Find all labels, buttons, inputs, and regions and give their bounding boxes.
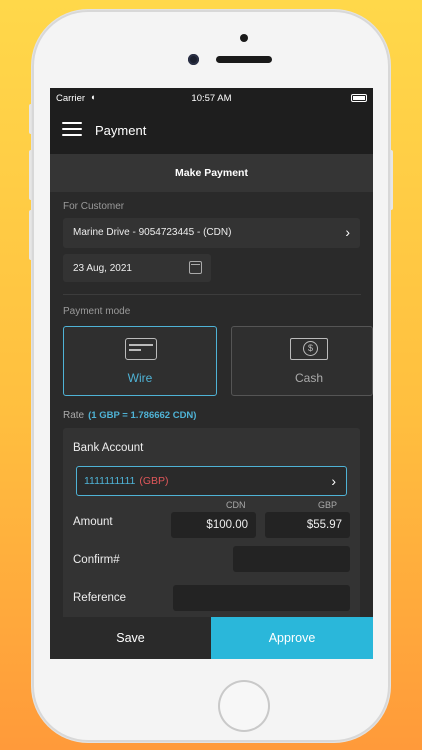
divider — [63, 294, 361, 295]
payment-mode-cash[interactable]: $ Cash — [231, 326, 373, 396]
approve-button[interactable]: Approve — [211, 617, 373, 659]
status-bar: Carrier ◖ 10:57 AM — [50, 88, 373, 108]
section-title: Make Payment — [50, 154, 373, 192]
amount-gbp-input[interactable]: $55.97 — [265, 512, 350, 538]
menu-icon[interactable] — [62, 122, 82, 136]
gbp-column-label: GBP — [318, 500, 338, 510]
account-number: 1111111111 (GBP) — [84, 475, 169, 487]
reference-label: Reference — [73, 592, 127, 604]
credit-card-icon — [125, 338, 157, 360]
confirm-label: Confirm# — [73, 554, 120, 566]
app-header: Payment — [50, 108, 373, 154]
chevron-right-icon: › — [331, 473, 336, 489]
page-title: Payment — [95, 123, 147, 138]
app-screen: Carrier ◖ 10:57 AM Payment Make Payment … — [50, 88, 373, 659]
calendar-icon — [189, 261, 202, 274]
home-button[interactable] — [218, 680, 270, 732]
front-camera — [188, 54, 199, 65]
confirm-input[interactable] — [233, 546, 350, 572]
customer-select[interactable]: Marine Drive - 9054723445 - (CDN) › — [63, 218, 360, 248]
earpiece-speaker — [216, 56, 272, 63]
status-time: 10:57 AM — [191, 93, 232, 104]
account-currency: (GBP) — [139, 475, 169, 487]
amount-cdn-input[interactable]: $100.00 — [171, 512, 256, 538]
bank-account-select[interactable]: 1111111111 (GBP) › — [76, 466, 347, 496]
reference-input[interactable] — [173, 585, 350, 611]
rate-label: Rate — [63, 410, 85, 421]
cdn-column-label: CDN — [226, 500, 246, 510]
customer-value: Marine Drive - 9054723445 - (CDN) — [73, 227, 232, 238]
date-value: 23 Aug, 2021 — [73, 263, 132, 274]
cash-label: Cash — [294, 371, 323, 385]
payment-mode-wire[interactable]: Wire — [63, 326, 217, 396]
wire-label: Wire — [127, 371, 153, 385]
bank-panel: Bank Account 1111111111 (GBP) › CDN GBP A… — [63, 428, 360, 628]
sensor-dot — [240, 34, 248, 42]
bank-account-label: Bank Account — [73, 442, 144, 454]
payment-mode-label: Payment mode — [63, 306, 131, 317]
rate-value: (1 GBP = 1.786662 CDN) — [88, 410, 197, 421]
date-picker[interactable]: 23 Aug, 2021 — [63, 254, 211, 282]
chevron-right-icon: › — [345, 224, 350, 240]
amount-label: Amount — [73, 516, 113, 528]
footer-actions: Save Approve — [50, 617, 373, 659]
cash-icon: $ — [290, 338, 328, 360]
exchange-rate: Rate (1 GBP = 1.786662 CDN) — [63, 410, 196, 421]
battery-icon — [351, 94, 367, 102]
save-button[interactable]: Save — [50, 617, 211, 659]
customer-label: For Customer — [63, 201, 125, 212]
